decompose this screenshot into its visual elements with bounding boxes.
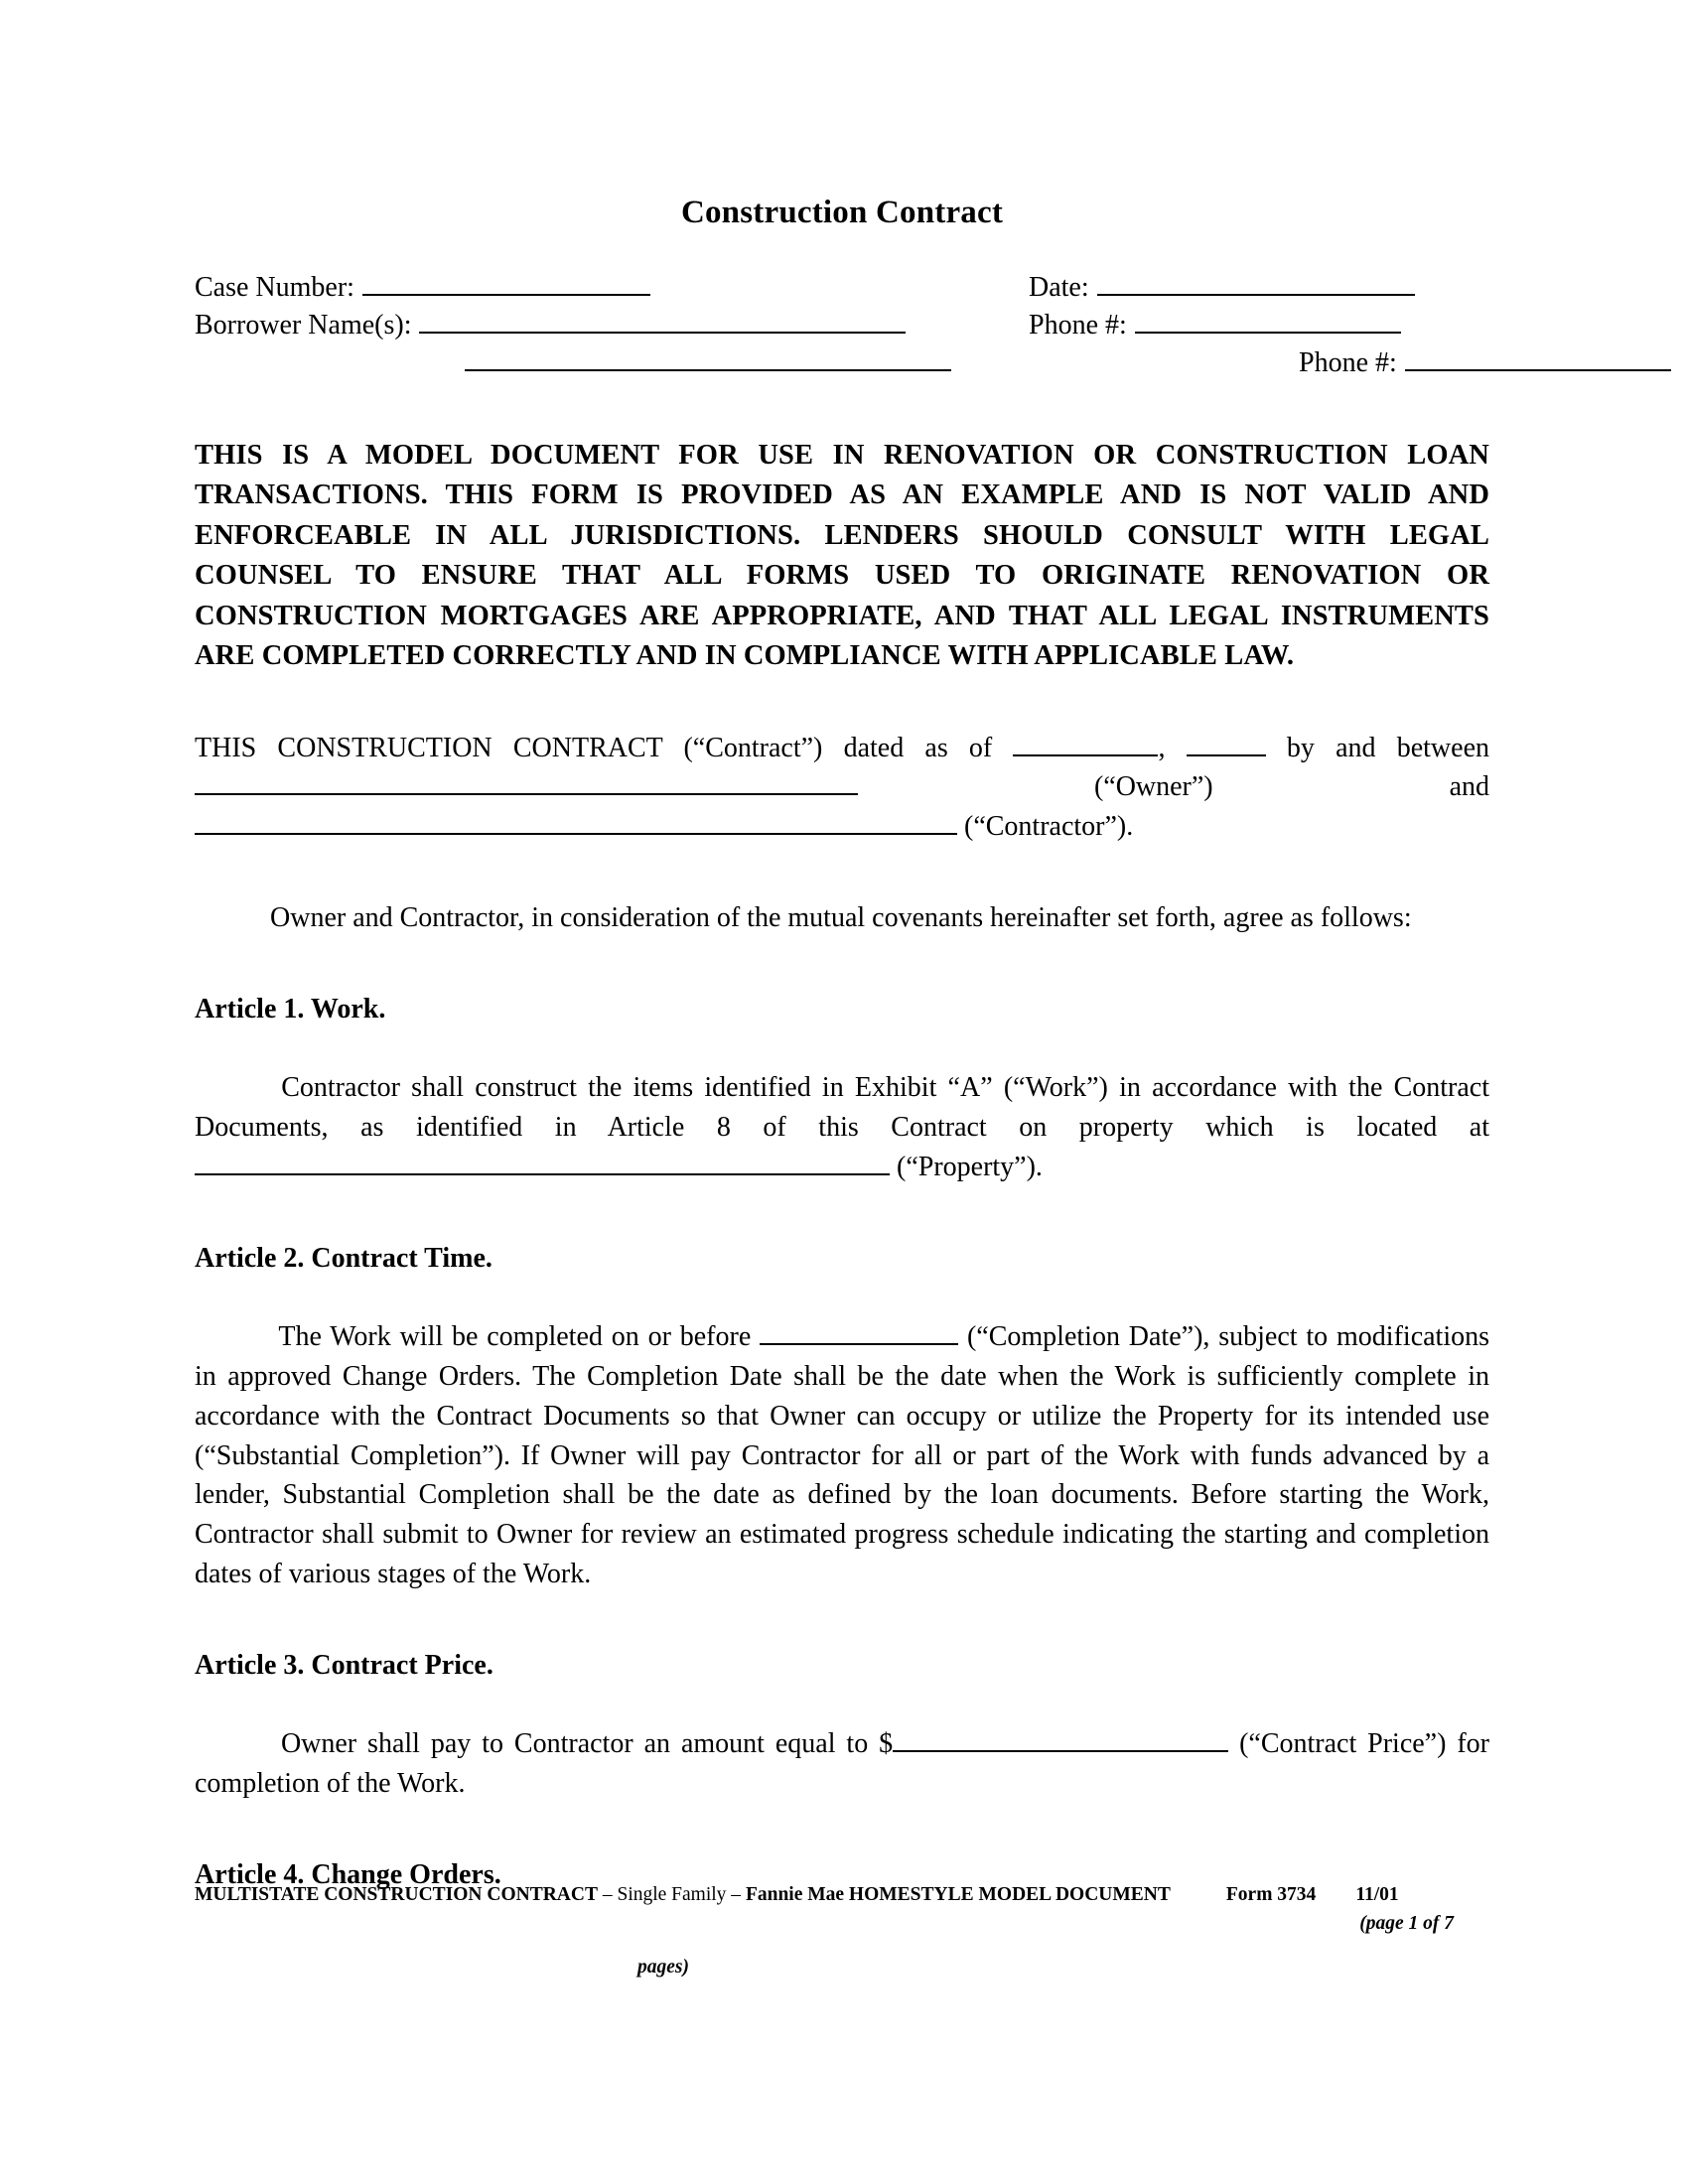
borrower-name-field-2 <box>195 344 1299 372</box>
date-field: Date: <box>1029 268 1415 306</box>
borrower-name-field: Borrower Name(s): <box>195 306 1029 343</box>
article-1-heading: Article 1. Work. <box>195 993 386 1024</box>
document-page: Construction Contract Case Number: Date:… <box>0 0 1688 2184</box>
footer-doc-bold-3: HOMESTYLE MODEL DOCUMENT <box>844 1884 1171 1905</box>
model-document-notice: THIS IS A MODEL DOCUMENT FOR USE IN RENO… <box>195 439 1489 672</box>
borrower-name-label: Borrower Name(s): <box>195 310 412 341</box>
article-3-heading: Article 3. Contract Price. <box>195 1649 493 1681</box>
article-3-body: Owner shall pay to Contractor an amount … <box>195 1724 1489 1804</box>
footer-doc-bold-2: Fannie Mae <box>745 1884 845 1905</box>
footer-doc-bold-1: MULTISTATE CONSTRUCTION CONTRACT <box>195 1884 598 1905</box>
page-title: Construction Contract <box>680 195 1004 230</box>
footer-form-number: Form 3734 <box>1225 1884 1317 1905</box>
case-number-field: Case Number: <box>195 268 1029 306</box>
date-label: Date: <box>1029 272 1089 304</box>
preamble-byand: by and <box>1286 732 1376 763</box>
footer-top-row: MULTISTATE CONSTRUCTION CONTRACT – Singl… <box>195 1881 1489 1908</box>
owner-tag: (“Owner”) and <box>1093 771 1489 803</box>
field-row-case-date: Case Number: Date: <box>195 268 1489 306</box>
property-tag: (“Property”). <box>897 1151 1043 1182</box>
date-input[interactable] <box>1096 268 1415 297</box>
header-fields: Case Number: Date: Borrower Name(s): Pho… <box>195 268 1671 382</box>
borrower-name-input[interactable] <box>419 306 907 335</box>
footer-pages-word: pages) <box>637 1956 689 1978</box>
property-address-input[interactable] <box>195 1149 890 1175</box>
preamble-between-label: between <box>1396 732 1490 763</box>
footer-doc-regular: – Single Family – <box>597 1884 746 1905</box>
article-1-text: Contractor shall construct the items ide… <box>195 1072 1489 1144</box>
article-2-text-part-1: The Work will be completed on or before <box>278 1321 752 1353</box>
contract-price-input[interactable] <box>893 1725 1229 1753</box>
document-content: Construction Contract Case Number: Date:… <box>195 0 1671 1895</box>
phone-label-2: Phone #: <box>1299 347 1397 379</box>
article-1-body: Contractor shall construct the items ide… <box>195 1068 1489 1186</box>
footer-page-number: (page 1 of 7 <box>1359 1913 1454 1935</box>
contract-year-input[interactable] <box>1186 729 1266 756</box>
footer-form-date: 11/01 <box>1355 1884 1399 1905</box>
phone-input-1[interactable] <box>1134 306 1401 335</box>
preamble-paragraph: THIS CONSTRUCTION CONTRACT (“Contract”) … <box>195 729 1489 847</box>
contractor-tag: (“Contractor”). <box>964 811 1134 843</box>
completion-date-input[interactable] <box>760 1318 959 1346</box>
article-3-text-part-1: Owner shall pay to Contractor an amount … <box>280 1728 894 1760</box>
preamble-lead: THIS CONSTRUCTION CONTRACT (“Contract”) … <box>195 732 993 763</box>
phone-field-1: Phone #: <box>1029 306 1401 343</box>
field-row-borrower2-phone2: Phone #: <box>195 344 1671 382</box>
contractor-name-input[interactable] <box>195 808 957 836</box>
case-number-input[interactable] <box>361 268 650 297</box>
field-row-borrower-phone1: Borrower Name(s): Phone #: <box>195 306 1489 343</box>
footer-document-line: MULTISTATE CONSTRUCTION CONTRACT – Singl… <box>195 1881 1171 1908</box>
article-2-text-part-2: (“Completion Date”), subject to modifica… <box>195 1321 1489 1589</box>
owner-name-input[interactable] <box>195 768 858 796</box>
article-2-body: The Work will be completed on or before … <box>195 1317 1489 1593</box>
phone-field-2: Phone #: <box>1299 344 1671 382</box>
contract-date-input[interactable] <box>1013 729 1159 756</box>
case-number-label: Case Number: <box>195 272 354 304</box>
phone-label-1: Phone #: <box>1029 310 1127 341</box>
article-2-heading: Article 2. Contract Time. <box>195 1242 492 1274</box>
preamble-comma: , <box>1158 732 1166 763</box>
phone-input-2[interactable] <box>1404 344 1671 372</box>
borrower-name-input-2[interactable] <box>465 344 951 372</box>
recital-paragraph: Owner and Contractor, in consideration o… <box>270 901 1412 933</box>
page-footer: MULTISTATE CONSTRUCTION CONTRACT – Singl… <box>195 1881 1489 1980</box>
